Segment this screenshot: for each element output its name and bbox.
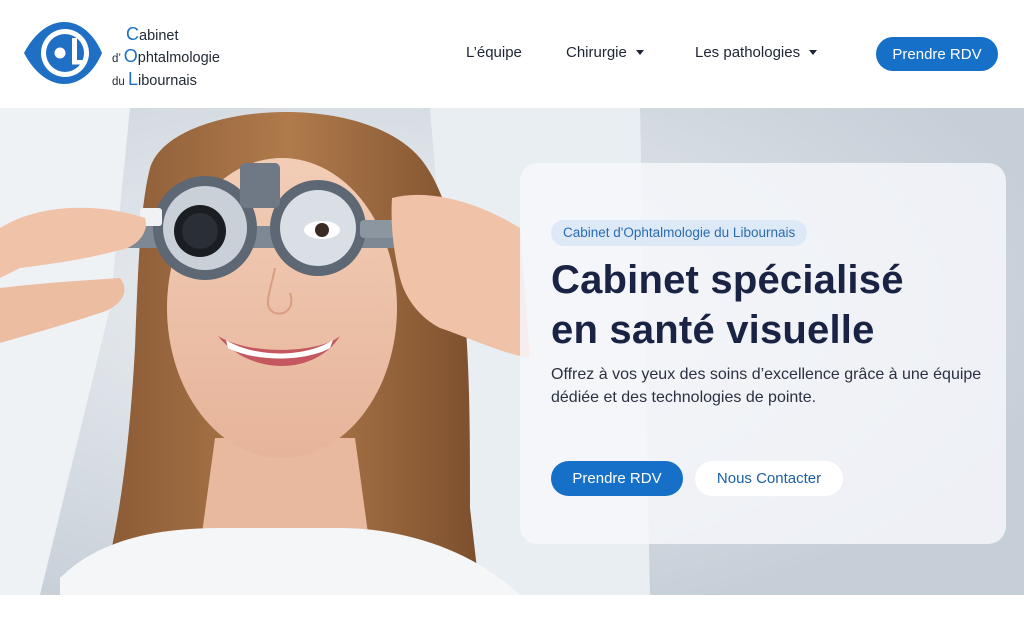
site-logo[interactable]: Cabinet d’ Ophtalmologie du Libournais — [22, 20, 252, 89]
hero-title: Cabinet spécialisé en santé visuelle — [551, 255, 991, 355]
logo-initial: O — [123, 46, 138, 66]
logo-prefix: du — [112, 76, 128, 88]
page-below-hero — [0, 595, 1024, 640]
logo-line-3: du Libournais — [112, 69, 220, 92]
site-header: Cabinet d’ Ophtalmologie du Libournais L… — [0, 0, 1024, 108]
header-appointment-button[interactable]: Prendre RDV — [876, 37, 998, 71]
hero-description: Offrez à vos yeux des soins d’excellence… — [551, 366, 982, 406]
hero-badge: Cabinet d'Ophtalmologie du Libournais — [551, 220, 808, 246]
nav-item-chirurgie[interactable]: Chirurgie — [566, 44, 644, 61]
caret-down-icon — [635, 50, 644, 55]
hero-appointment-button[interactable]: Prendre RDV — [551, 461, 683, 496]
nav-item-pathologies[interactable]: Les pathologies — [695, 44, 818, 61]
logo-text: phtalmologie — [137, 50, 220, 66]
nav-item-label: Chirurgie — [566, 44, 627, 61]
contact-button[interactable]: Nous Contacter — [695, 461, 843, 496]
logo-prefix: d’ — [112, 53, 124, 65]
logo-initial: C — [126, 24, 139, 44]
logo-wordmark: Cabinet d’ Ophtalmologie du Libournais — [112, 24, 220, 92]
logo-line-1: Cabinet — [112, 24, 220, 46]
caret-down-icon — [809, 50, 818, 55]
hero-title-line-1: Cabinet spécialisé — [551, 258, 904, 302]
hero-section: Cabinet d'Ophtalmologie du Libournais Ca… — [0, 108, 1024, 595]
hero-title-line-2: en santé visuelle — [551, 308, 875, 352]
logo-text: ibournais — [138, 73, 197, 89]
eye-logo-icon — [24, 22, 102, 84]
logo-initial: L — [128, 69, 139, 89]
nav-item-label: L’équipe — [466, 44, 522, 61]
logo-line-2: d’ Ophtalmologie — [112, 46, 220, 69]
nav-item-label: Les pathologies — [695, 44, 801, 61]
logo-text: abinet — [139, 28, 179, 44]
hero-card: Cabinet d'Ophtalmologie du Libournais Ca… — [520, 163, 1006, 544]
nav-item-equipe[interactable]: L’équipe — [466, 44, 522, 61]
